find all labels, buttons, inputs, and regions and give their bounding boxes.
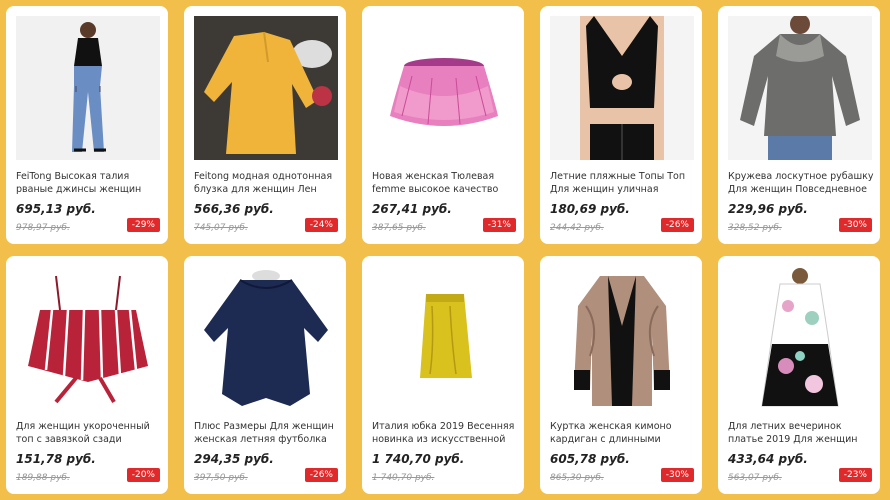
product-image[interactable]: [372, 266, 516, 410]
black-halter-top-icon: [550, 16, 694, 160]
product-old-price: 189,88 руб.: [16, 473, 70, 483]
product-title[interactable]: FeiTong Высокая талия рваные джинсы женщ…: [16, 170, 162, 196]
product-card[interactable]: Для летних вечеринок платье 2019 Для жен…: [718, 256, 880, 494]
yellow-leather-skirt-icon: [372, 266, 516, 410]
product-old-price: 387,65 руб.: [372, 223, 426, 233]
product-card[interactable]: Feitong модная однотонная блузка для жен…: [184, 6, 346, 244]
discount-badge: -30%: [660, 468, 694, 482]
product-image[interactable]: [194, 16, 338, 160]
product-image[interactable]: [550, 16, 694, 160]
product-old-price: 563,07 руб.: [728, 473, 782, 483]
product-price: 605,78 руб.: [550, 452, 630, 466]
product-card[interactable]: Куртка женская кимоно кардиган с длинным…: [540, 256, 702, 494]
product-image[interactable]: [16, 16, 160, 160]
discount-badge: -31%: [482, 218, 516, 232]
product-title[interactable]: Feitong модная однотонная блузка для жен…: [194, 170, 340, 196]
product-old-price: 397,50 руб.: [194, 473, 248, 483]
product-title[interactable]: Кружева лоскутное рубашку Для женщин Пов…: [728, 170, 874, 196]
discount-badge: -26%: [660, 218, 694, 232]
product-image[interactable]: [728, 266, 872, 410]
product-price: 151,78 руб.: [16, 452, 96, 466]
discount-badge: -29%: [126, 218, 160, 232]
discount-badge: -24%: [304, 218, 338, 232]
product-image[interactable]: [16, 266, 160, 410]
product-old-price: 244,42 руб.: [550, 223, 604, 233]
product-image[interactable]: [194, 266, 338, 410]
yellow-blouse-icon: [194, 16, 338, 160]
product-price: 1 740,70 руб.: [372, 452, 465, 466]
product-old-price: 978,97 руб.: [16, 223, 70, 233]
product-image[interactable]: [372, 16, 516, 160]
product-title[interactable]: Плюс Размеры Для женщин женская летняя ф…: [194, 420, 340, 446]
product-card[interactable]: Летние пляжные Топы Топ Для женщин уличн…: [540, 6, 702, 244]
product-title[interactable]: Италия юбка 2019 Весенняя новинка из иск…: [372, 420, 518, 446]
product-grid: FeiTong Высокая талия рваные джинсы женщ…: [0, 0, 890, 500]
kimono-cardigan-icon: [550, 266, 694, 410]
discount-badge: -20%: [126, 468, 160, 482]
discount-badge: -26%: [304, 468, 338, 482]
pink-tutu-icon: [372, 16, 516, 160]
product-card[interactable]: FeiTong Высокая талия рваные джинсы женщ…: [6, 6, 168, 244]
product-image[interactable]: [550, 266, 694, 410]
product-title[interactable]: Для летних вечеринок платье 2019 Для жен…: [728, 420, 874, 446]
product-price: 180,69 руб.: [550, 202, 630, 216]
grey-lace-shirt-icon: [728, 16, 872, 160]
product-old-price: 1 740,70 руб.: [372, 473, 435, 483]
red-striped-crop-top-icon: [16, 266, 160, 410]
woman-jeans-icon: [16, 16, 160, 160]
product-price: 267,41 руб.: [372, 202, 452, 216]
product-old-price: 865,30 руб.: [550, 473, 604, 483]
product-price: 566,36 руб.: [194, 202, 274, 216]
product-title[interactable]: Для женщин укороченный топ с завязкой сз…: [16, 420, 162, 446]
floral-dress-icon: [728, 266, 872, 410]
product-card[interactable]: Кружева лоскутное рубашку Для женщин Пов…: [718, 6, 880, 244]
product-card[interactable]: Для женщин укороченный топ с завязкой сз…: [6, 256, 168, 494]
product-title[interactable]: Новая женская Тюлевая femme высокое каче…: [372, 170, 518, 196]
discount-badge: -23%: [838, 468, 872, 482]
product-card[interactable]: Италия юбка 2019 Весенняя новинка из иск…: [362, 256, 524, 494]
product-old-price: 328,52 руб.: [728, 223, 782, 233]
product-image[interactable]: [728, 16, 872, 160]
product-price: 433,64 руб.: [728, 452, 808, 466]
product-price: 695,13 руб.: [16, 202, 96, 216]
product-card[interactable]: Новая женская Тюлевая femme высокое каче…: [362, 6, 524, 244]
product-price: 229,96 руб.: [728, 202, 808, 216]
discount-badge: -30%: [838, 218, 872, 232]
product-card[interactable]: Плюс Размеры Для женщин женская летняя ф…: [184, 256, 346, 494]
product-price: 294,35 руб.: [194, 452, 274, 466]
navy-tshirt-icon: [194, 266, 338, 410]
product-title[interactable]: Летние пляжные Топы Топ Для женщин уличн…: [550, 170, 696, 196]
product-old-price: 745,07 руб.: [194, 223, 248, 233]
product-title[interactable]: Куртка женская кимоно кардиган с длинным…: [550, 420, 696, 446]
